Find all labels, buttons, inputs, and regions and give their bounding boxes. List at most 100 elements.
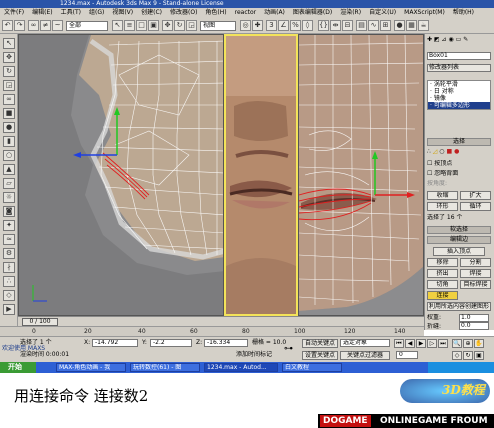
stack-item-symmetry[interactable]: · 日 对称 (428, 88, 490, 95)
window-crossing-icon[interactable]: ▣ (148, 20, 159, 31)
time-slider[interactable]: 0 / 100 (22, 318, 58, 326)
move-icon[interactable]: ✥ (3, 52, 15, 63)
menu-create[interactable]: 创建(C) (137, 8, 166, 18)
menu-character[interactable]: 角色(H) (201, 8, 230, 18)
create-shape-button[interactable]: 利用所选内容创建图形 (427, 302, 491, 311)
by-vertex-checkbox[interactable]: ☐ 按顶点 (427, 160, 452, 168)
go-end-icon[interactable]: ⏭ (438, 339, 448, 348)
render-icon[interactable]: ▶ (3, 304, 15, 315)
menu-help[interactable]: 帮助(H) (449, 8, 478, 18)
insert-vertex-button[interactable]: 插入顶点 (433, 247, 485, 256)
sphere-icon[interactable]: ● (3, 122, 15, 133)
schematic-view-icon[interactable]: ⊞ (380, 20, 391, 31)
field-of-view-icon[interactable]: ◇ (452, 351, 462, 360)
taskbar-item[interactable]: 白文教程 (282, 363, 342, 372)
weight-field[interactable]: 1.0 (459, 314, 489, 322)
menu-customize[interactable]: 自定义(U) (365, 8, 400, 18)
chamfer-button[interactable]: 切角 (427, 280, 458, 289)
command-panel-tabs[interactable]: ✚ ◩ ⊿ ◉ ▭ ✎ (427, 36, 493, 44)
select-object-icon[interactable]: ↖ (112, 20, 123, 31)
play-icon[interactable]: ▶ (416, 339, 426, 348)
render-setup-icon[interactable]: ▦ (406, 20, 417, 31)
motion-tab-icon[interactable]: ◉ (449, 36, 454, 43)
undo-icon[interactable]: ↶ (2, 20, 13, 31)
key-filters-button[interactable]: 关键点过滤器 (340, 351, 390, 360)
auto-key-button[interactable]: 自动关键点 (302, 339, 338, 348)
y-coordinate-field[interactable]: -2.2 (150, 339, 192, 347)
element-icon[interactable]: ● (454, 148, 459, 155)
crease-field[interactable]: 0.0 (459, 322, 489, 330)
orbit-icon[interactable]: ↻ (463, 351, 473, 360)
select-scale-icon[interactable]: ◲ (186, 20, 197, 31)
cone-icon[interactable]: ▲ (3, 164, 15, 175)
object-name-field[interactable]: Box01 (427, 52, 491, 60)
remove-button[interactable]: 移除 (427, 258, 458, 267)
prev-frame-icon[interactable]: ◀ (405, 339, 415, 348)
link-icon[interactable]: ∞ (3, 94, 15, 105)
z-coordinate-field[interactable]: -16.334 (204, 339, 248, 347)
menu-modifiers[interactable]: 修改器(O) (166, 8, 201, 18)
add-time-tag[interactable]: 添加时间标记 (236, 351, 272, 359)
grow-button[interactable]: 扩大 (460, 191, 491, 200)
menu-animation[interactable]: 动画(A) (260, 8, 289, 18)
select-move-icon[interactable]: ✥ (162, 20, 173, 31)
quick-render-icon[interactable]: ☕ (418, 20, 429, 31)
menu-edit[interactable]: 编辑(E) (28, 8, 56, 18)
display-tab-icon[interactable]: ▭ (456, 36, 462, 43)
next-frame-icon[interactable]: ▷ (427, 339, 437, 348)
cylinder-icon[interactable]: ▮ (3, 136, 15, 147)
menu-views[interactable]: 视图(V) (108, 8, 137, 18)
zoom-all-icon[interactable]: ⊕ (463, 339, 473, 348)
create-tab-icon[interactable]: ✚ (427, 36, 432, 43)
shrink-button[interactable]: 收缩 (427, 191, 458, 200)
menu-tools[interactable]: 工具(T) (57, 8, 85, 18)
box-icon[interactable]: ■ (3, 108, 15, 119)
bone-icon[interactable]: ∤ (3, 262, 15, 273)
stack-item-turbosmooth[interactable]: · 涡轮平滑 (428, 81, 490, 88)
target-weld-button[interactable]: 目标焊接 (460, 280, 491, 289)
snap-toggle-icon[interactable]: 3 (266, 20, 277, 31)
rotate-icon[interactable]: ↻ (3, 66, 15, 77)
ring-button[interactable]: 环形 (427, 202, 458, 211)
vertex-icon[interactable]: ∴ (427, 148, 431, 155)
spinner-snap-icon[interactable]: ◊ (302, 20, 313, 31)
modifier-list-dropdown[interactable]: 修改器列表 (427, 64, 491, 72)
set-key-button[interactable]: 设置关键点 (302, 351, 338, 360)
bind-spacewarp-icon[interactable]: ~ (52, 20, 63, 31)
track-bar[interactable]: 0 20 40 60 80 100 120 140 (0, 326, 424, 336)
redo-icon[interactable]: ↷ (14, 20, 25, 31)
menu-maxscript[interactable]: MAXScript(M) (400, 8, 449, 18)
polygon-icon[interactable]: ■ (446, 148, 452, 155)
shape-icon[interactable]: ◇ (3, 290, 15, 301)
maxscript-listener[interactable]: 欢迎使用 MAXS (2, 345, 45, 353)
utilities-tab-icon[interactable]: ✎ (463, 36, 468, 43)
border-icon[interactable]: ○ (439, 148, 444, 155)
split-button[interactable]: 分割 (460, 258, 491, 267)
pivot-center-icon[interactable]: ◎ (240, 20, 251, 31)
align-icon[interactable]: ⊟ (342, 20, 353, 31)
hierarchy-tab-icon[interactable]: ⊿ (442, 36, 447, 43)
stack-item-editable-poly[interactable]: · 可编辑多边形 (428, 102, 490, 109)
stack-item-mirror[interactable]: · 镜像 (428, 95, 490, 102)
rollout-soft-selection[interactable]: 软选择 (427, 226, 491, 234)
select-rotate-icon[interactable]: ↻ (174, 20, 185, 31)
torus-icon[interactable]: ○ (3, 150, 15, 161)
select-by-name-icon[interactable]: ≡ (124, 20, 135, 31)
curve-editor-icon[interactable]: ∿ (368, 20, 379, 31)
viewport-left[interactable] (18, 34, 224, 316)
selection-filter-dropdown[interactable]: 全部 (66, 21, 108, 31)
particle-icon[interactable]: ∴ (3, 276, 15, 287)
helper-icon[interactable]: ✦ (3, 220, 15, 231)
layer-manager-icon[interactable]: ▤ (356, 20, 367, 31)
time-slider-track[interactable]: 0 / 100 (18, 316, 424, 326)
menu-reactor[interactable]: reactor (231, 8, 261, 18)
select-link-icon[interactable]: ∞ (28, 20, 39, 31)
zoom-icon[interactable]: 🔍 (452, 339, 462, 348)
viewport-front[interactable] (298, 34, 424, 316)
key-icon[interactable]: ⊶ (284, 345, 293, 354)
modify-tab-icon[interactable]: ◩ (434, 36, 440, 43)
go-start-icon[interactable]: ⏮ (394, 339, 404, 348)
plane-icon[interactable]: ▱ (3, 178, 15, 189)
spacewarp-icon[interactable]: ≈ (3, 234, 15, 245)
systems-icon[interactable]: ⚙ (3, 248, 15, 259)
